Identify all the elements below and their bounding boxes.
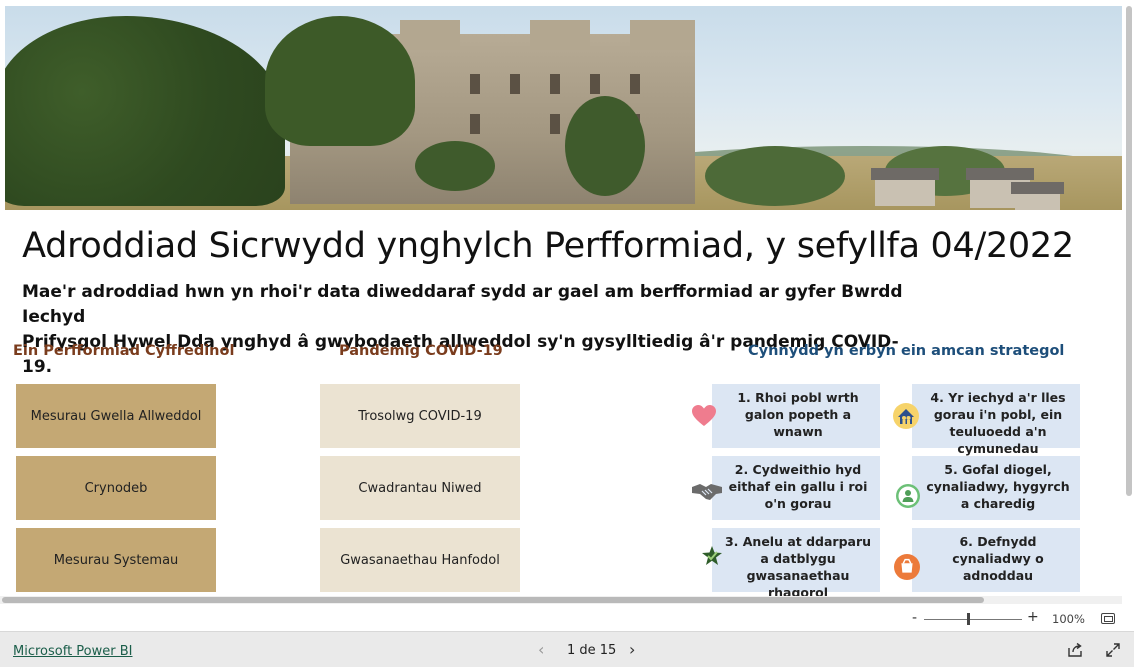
fit-to-page-icon[interactable] — [1101, 613, 1115, 624]
objective-card-6[interactable]: 6. Defnydd cynaliadwy o adnoddau — [912, 528, 1080, 592]
objective-card-1[interactable]: 1. Rhoi pobl wrth galon popeth a wnawn — [712, 384, 880, 448]
zoom-level: 100% — [1052, 612, 1085, 626]
strategic-section-heading: Cynnydd yn erbyn ein amcan strategol — [748, 343, 1065, 359]
horizontal-scrollbar[interactable] — [0, 596, 1122, 604]
performance-section-heading: Ein Perfformiad Cyffredinol — [13, 343, 235, 359]
star-check-icon — [700, 543, 724, 569]
objective-card-3[interactable]: 3. Anelu at ddarparu a datblygu gwasanae… — [712, 528, 880, 600]
zoom-bar: - + 100% — [0, 607, 1134, 631]
page-indicator: 1 de 15 — [567, 643, 617, 658]
report-intro: Mae'r adroddiad hwn yn rhoi'r data diwed… — [22, 280, 922, 380]
summary-button[interactable]: Crynodeb — [16, 456, 216, 520]
report-canvas: Adroddiad Sicrwydd ynghylch Perfformiad,… — [0, 0, 1134, 604]
covid-overview-button[interactable]: Trosolwg COVID-19 — [320, 384, 520, 448]
objective-card-2[interactable]: 2. Cydweithio hyd eithaf ein gallu i roi… — [712, 456, 880, 520]
essential-services-button[interactable]: Gwasanaethau Hanfodol — [320, 528, 520, 592]
report-title: Adroddiad Sicrwydd ynghylch Perfformiad,… — [22, 226, 1074, 266]
power-bi-link[interactable]: Microsoft Power BI — [13, 644, 132, 659]
key-improvement-measures-button[interactable]: Mesurau Gwella Allweddol — [16, 384, 216, 448]
community-icon — [893, 403, 919, 429]
system-measures-button[interactable]: Mesurau Systemau — [16, 528, 216, 592]
horizontal-scroll-thumb[interactable] — [2, 597, 984, 603]
objective-card-4[interactable]: 4. Yr iechyd a'r lles gorau i'n pobl, ei… — [912, 384, 1080, 456]
resources-icon — [894, 554, 920, 580]
fullscreen-icon[interactable] — [1105, 642, 1121, 658]
zoom-slider-track[interactable] — [924, 619, 1022, 620]
zoom-slider-thumb[interactable] — [966, 613, 970, 625]
castle-banner-image — [5, 6, 1122, 210]
previous-page-button[interactable]: ‹ — [538, 640, 544, 659]
harm-quadrants-button[interactable]: Cwadrantau Niwed — [320, 456, 520, 520]
viewer-footer: Microsoft Power BI ‹ 1 de 15 › — [0, 631, 1134, 667]
share-icon[interactable] — [1067, 642, 1083, 658]
vertical-scrollbar[interactable] — [1126, 6, 1132, 496]
objective-card-5[interactable]: 5. Gofal diogel, cynaliadwy, hygyrch a c… — [912, 456, 1080, 520]
person-icon — [895, 483, 921, 509]
next-page-button[interactable]: › — [629, 640, 635, 659]
zoom-in-button[interactable]: + — [1027, 609, 1039, 625]
handshake-icon — [692, 478, 722, 504]
heart-icon — [691, 403, 717, 429]
intro-line-1: Mae'r adroddiad hwn yn rhoi'r data diwed… — [22, 282, 903, 327]
zoom-out-button[interactable]: - — [912, 610, 917, 626]
covid-section-heading: Pandemig COVID-19 — [339, 343, 503, 359]
